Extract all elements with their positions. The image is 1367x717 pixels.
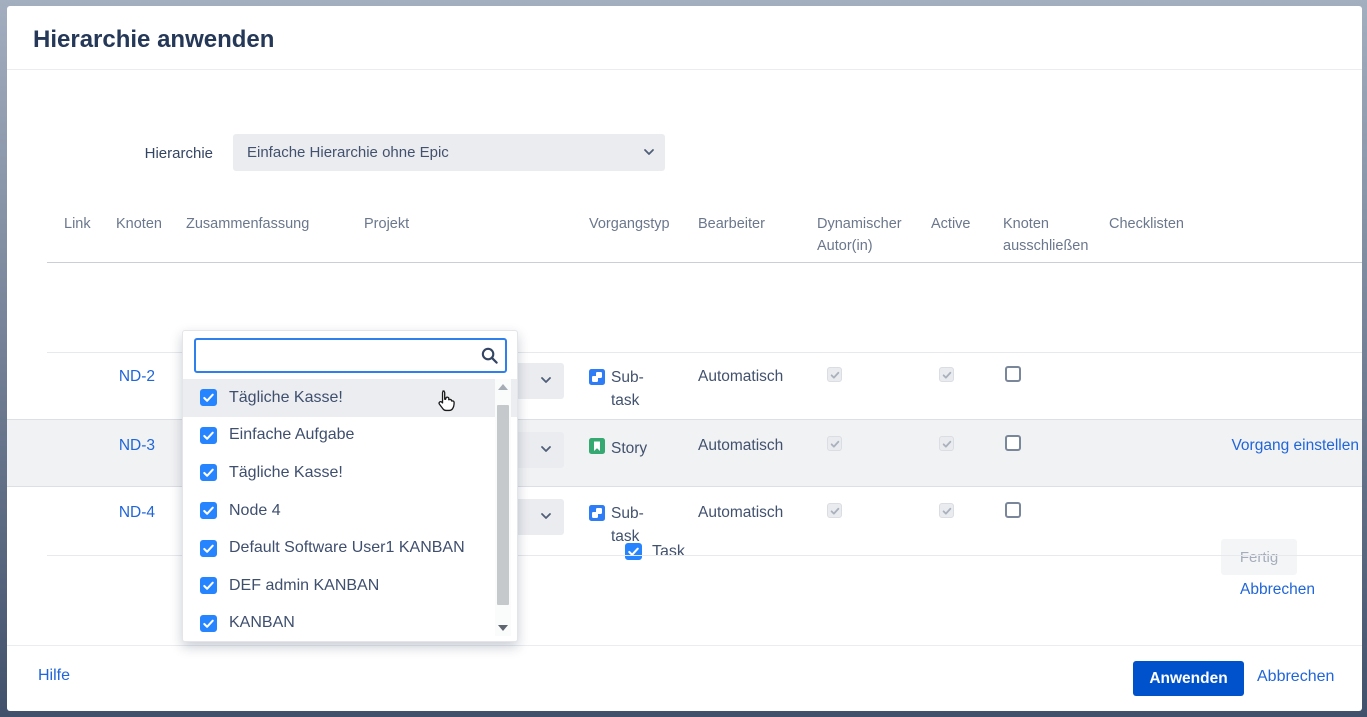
assignee-text: Automatisch — [698, 368, 783, 386]
dynamic-author-checkbox — [827, 436, 842, 451]
active-checkbox — [939, 367, 954, 382]
dropdown-option[interactable]: Tägliche Kasse! — [183, 379, 517, 417]
dropdown-option[interactable]: DEF admin KANBAN — [183, 567, 517, 605]
option-label: DEF admin KANBAN — [229, 577, 379, 595]
dropdown-option[interactable]: KANBAN — [183, 605, 517, 642]
dropdown-scrollbar[interactable] — [495, 379, 511, 636]
option-label: Tägliche Kasse! — [229, 389, 343, 407]
set-issue-link[interactable]: Vorgang einstellen — [1157, 437, 1359, 455]
option-label: Default Software User1 KANBAN — [229, 539, 465, 557]
column-header-zusammenfassung: Zusammenfassung — [186, 213, 309, 235]
column-header-vorgangstyp: Vorgangstyp — [589, 213, 670, 235]
option-label: KANBAN — [229, 614, 295, 632]
chevron-down-icon — [540, 510, 552, 522]
chevron-down-icon — [540, 443, 552, 455]
exclude-node-checkbox[interactable] — [1005, 366, 1021, 382]
assignee-text: Automatisch — [698, 437, 783, 455]
issue-type-text: Sub-task — [611, 502, 663, 549]
column-header-dynamischer-autor: Dynamischer Autor(in) — [817, 213, 913, 258]
dynamic-author-checkbox — [827, 367, 842, 382]
active-checkbox — [939, 436, 954, 451]
option-checkbox[interactable] — [200, 615, 217, 632]
dialog-title: Hierarchie anwenden — [33, 26, 274, 54]
column-header-bearbeiter: Bearbeiter — [698, 213, 765, 235]
scrollbar-thumb[interactable] — [497, 405, 509, 605]
option-label: Node 4 — [229, 502, 281, 520]
dropdown-option-list: Tägliche Kasse! Einfache Aufgabe Täglich… — [183, 379, 517, 641]
option-checkbox[interactable] — [200, 502, 217, 519]
exclude-node-checkbox[interactable] — [1005, 502, 1021, 518]
option-checkbox[interactable] — [200, 389, 217, 406]
issue-key-link[interactable]: ND-3 — [107, 437, 155, 455]
hierarchy-select-value: Einfache Hierarchie ohne Epic — [247, 144, 449, 161]
editor-cancel-link[interactable]: Abbrechen — [1240, 581, 1315, 599]
option-label: Tägliche Kasse! — [229, 464, 343, 482]
option-label: Einfache Aufgabe — [229, 426, 354, 444]
option-checkbox[interactable] — [200, 427, 217, 444]
subtask-icon — [589, 505, 605, 521]
column-header-knoten-ausschliessen: Knoten ausschließen — [1003, 213, 1095, 258]
story-icon — [589, 438, 605, 454]
issue-key-link[interactable]: ND-4 — [107, 504, 155, 522]
apply-hierarchy-dialog: Hierarchie anwenden Hierarchie Einfache … — [7, 6, 1362, 711]
dialog-header: Hierarchie anwenden — [7, 6, 1362, 70]
column-header-active: Active — [931, 213, 971, 235]
option-checkbox[interactable] — [200, 540, 217, 557]
issue-key-link[interactable]: ND-2 — [107, 368, 155, 386]
search-icon — [480, 346, 499, 370]
apply-button[interactable]: Anwenden — [1133, 661, 1244, 696]
issue-type-text: Sub-task — [611, 366, 663, 413]
option-checkbox[interactable] — [200, 464, 217, 481]
help-link[interactable]: Hilfe — [38, 667, 70, 685]
dialog-footer: Hilfe Anwenden Abbrechen — [7, 645, 1362, 711]
dropdown-option[interactable]: Tägliche Kasse! — [183, 454, 517, 492]
dropdown-option[interactable]: Default Software User1 KANBAN — [183, 529, 517, 567]
active-checkbox — [939, 503, 954, 518]
column-header-projekt: Projekt — [364, 213, 409, 235]
column-header-checklisten: Checklisten — [1109, 213, 1184, 235]
chevron-down-icon — [643, 146, 655, 158]
dropdown-option[interactable]: Einfache Aufgabe — [183, 417, 517, 455]
issue-select-dropdown: Tägliche Kasse! Einfache Aufgabe Täglich… — [182, 330, 518, 642]
dynamic-author-checkbox — [827, 503, 842, 518]
assignee-text: Automatisch — [698, 504, 783, 522]
chevron-down-icon — [540, 374, 552, 386]
hierarchy-select[interactable]: Einfache Hierarchie ohne Epic — [233, 134, 665, 171]
hierarchy-label: Hierarchie — [117, 145, 213, 162]
subtask-icon — [589, 369, 605, 385]
scroll-down-icon[interactable] — [495, 620, 511, 636]
exclude-node-checkbox[interactable] — [1005, 435, 1021, 451]
option-checkbox[interactable] — [200, 577, 217, 594]
issue-type-text: Story — [611, 437, 671, 460]
dropdown-option[interactable]: Node 4 — [183, 492, 517, 530]
column-header-link: Link — [64, 213, 91, 235]
cancel-link[interactable]: Abbrechen — [1257, 668, 1334, 686]
dropdown-search-input[interactable] — [194, 338, 507, 373]
scroll-up-icon[interactable] — [495, 379, 511, 395]
column-header-knoten: Knoten — [116, 213, 162, 235]
